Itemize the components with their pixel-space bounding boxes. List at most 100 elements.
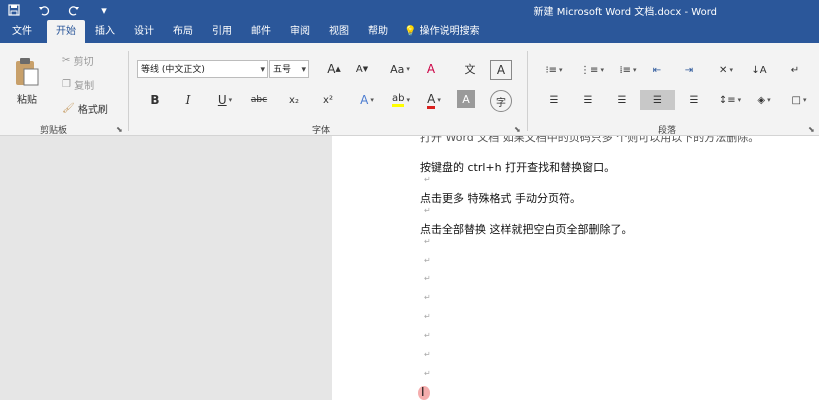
show-marks-button[interactable]: ↵ xyxy=(786,61,804,79)
paragraph-group-label: 段落 xyxy=(658,126,677,136)
tab-references[interactable]: 引用 xyxy=(203,20,241,43)
paragraph-mark: ↵ xyxy=(424,369,431,378)
decrease-indent-icon: ⇤ xyxy=(652,64,662,76)
bold-button[interactable]: B xyxy=(145,90,165,110)
copy-button[interactable]: ❐ 复制 xyxy=(62,77,95,92)
tab-design[interactable]: 设计 xyxy=(125,20,163,43)
text-effects-button[interactable]: A ▾ xyxy=(354,90,380,110)
tab-file[interactable]: 文件 xyxy=(0,20,44,43)
justify-icon: ☰ xyxy=(653,94,662,106)
character-shading-button[interactable]: A xyxy=(457,90,475,108)
highlighter-icon: ab xyxy=(392,93,405,107)
grow-font-button[interactable]: A ▲ xyxy=(322,60,346,78)
align-left-button[interactable]: ☰ xyxy=(544,91,564,109)
numbering-icon: ⋮≡ xyxy=(580,64,599,76)
paste-button[interactable]: 粘贴 xyxy=(10,51,44,111)
multilevel-list-button[interactable]: ⁞≡ ▾ xyxy=(614,61,642,79)
subscript-icon: x₂ xyxy=(289,94,299,106)
font-color-button[interactable]: A ▾ xyxy=(420,90,448,110)
strikethrough-icon: abc xyxy=(250,95,268,105)
format-painter-button[interactable]: 🖌 格式刷 xyxy=(62,101,108,116)
paragraph-mark: ↵ xyxy=(424,206,431,215)
justify-button[interactable]: ☰ xyxy=(640,90,675,110)
line-spacing-button[interactable]: ↕≡ ▾ xyxy=(716,91,744,109)
font-group-label: 字体 xyxy=(312,126,331,136)
superscript-icon: x² xyxy=(323,94,333,106)
numbering-button[interactable]: ⋮≡ ▾ xyxy=(578,61,606,79)
eraser-icon: A xyxy=(426,62,436,76)
superscript-button[interactable]: x² xyxy=(318,90,338,110)
clipboard-launcher-icon[interactable]: ⬊ xyxy=(116,125,123,134)
paragraph-mark: ↵ xyxy=(424,293,431,302)
document-line[interactable]: 打开 Word 文档 如果文档中的页码只多 个则可以用以下的方法删除。 xyxy=(420,136,759,145)
phonetic-guide-icon: 文 xyxy=(464,63,476,76)
format-painter-label: 格式刷 xyxy=(77,104,108,116)
font-name-value: 等线 (中文正文) xyxy=(141,65,205,75)
highlight-button[interactable]: ab ▾ xyxy=(386,90,416,110)
tab-review[interactable]: 审阅 xyxy=(281,20,319,43)
italic-icon: I xyxy=(185,93,191,107)
tab-help[interactable]: 帮助 xyxy=(359,20,397,43)
lightbulb-icon: 💡 xyxy=(404,26,417,37)
paste-label: 粘贴 xyxy=(17,94,37,106)
paragraph-mark-icon: ↵ xyxy=(790,64,800,76)
italic-button[interactable]: I xyxy=(178,90,198,110)
clipboard-icon xyxy=(16,57,39,85)
paragraph-launcher-icon[interactable]: ⬊ xyxy=(808,125,815,134)
chevron-down-icon: ▾ xyxy=(301,65,306,75)
brush-icon: 🖌 xyxy=(62,102,75,114)
enclose-characters-button[interactable]: 字 xyxy=(490,90,512,112)
clear-formatting-button[interactable]: A xyxy=(420,60,442,78)
bullets-button[interactable]: ⁝≡ ▾ xyxy=(540,61,568,79)
paragraph-mark: ↵ xyxy=(424,331,431,340)
line-spacing-icon: ↕≡ xyxy=(718,94,736,106)
font-name-combo[interactable]: 等线 (中文正文) ▾ xyxy=(137,60,268,78)
scissors-icon: ✂ xyxy=(62,54,71,66)
tab-home[interactable]: 开始 xyxy=(47,20,85,43)
decrease-indent-button[interactable]: ⇤ xyxy=(648,61,666,79)
font-size-combo[interactable]: 五号 ▾ xyxy=(269,60,309,78)
strikethrough-button[interactable]: abc xyxy=(248,90,270,110)
distributed-button[interactable]: ☰ xyxy=(684,91,704,109)
tab-layout[interactable]: 布局 xyxy=(164,20,202,43)
phonetic-guide-button[interactable]: 文 xyxy=(460,60,480,78)
align-center-button[interactable]: ☰ xyxy=(578,91,598,109)
sort-button[interactable]: ↓A xyxy=(748,61,770,79)
cut-button[interactable]: ✂ 剪切 xyxy=(62,53,94,68)
paragraph-mark: ↵ xyxy=(424,350,431,359)
paragraph-mark: ↵ xyxy=(424,312,431,321)
text-effects-icon: A xyxy=(360,93,369,107)
change-case-button[interactable]: Aa ▾ xyxy=(386,60,414,78)
font-size-value: 五号 xyxy=(273,65,292,75)
bold-icon: B xyxy=(150,93,160,107)
document-line[interactable]: 按键盘的 ctrl+h 打开查找和替换窗口。 xyxy=(420,159,615,175)
divider xyxy=(527,51,528,131)
copy-label: 复制 xyxy=(74,80,95,92)
borders-button[interactable]: □ ▾ xyxy=(786,91,812,109)
chevron-down-icon: ▾ xyxy=(260,65,265,75)
underline-button[interactable]: U ▾ xyxy=(210,90,240,110)
document-page[interactable]: 打开 Word 文档 如果文档中的页码只多 个则可以用以下的方法删除。 按键盘的… xyxy=(332,136,819,400)
subscript-button[interactable]: x₂ xyxy=(284,90,304,110)
align-right-button[interactable]: ☰ xyxy=(612,91,632,109)
document-line[interactable]: 点击全部替换 这样就把空白页全部删除了。 xyxy=(420,221,633,237)
paint-bucket-icon: ◈ xyxy=(757,94,766,106)
tab-view[interactable]: 视图 xyxy=(320,20,358,43)
shading-button[interactable]: ◈ ▾ xyxy=(750,91,778,109)
tell-me-search[interactable]: 💡 操作说明搜索 xyxy=(404,20,494,43)
tell-me-label: 操作说明搜索 xyxy=(419,26,480,37)
tab-insert[interactable]: 插入 xyxy=(86,20,124,43)
tab-mailings[interactable]: 邮件 xyxy=(242,20,280,43)
borders-icon: □ xyxy=(791,94,801,106)
increase-indent-button[interactable]: ⇥ xyxy=(680,61,698,79)
chinese-layout-button[interactable]: ✕ ▾ xyxy=(712,61,740,79)
increase-indent-icon: ⇥ xyxy=(684,64,694,76)
font-launcher-icon[interactable]: ⬊ xyxy=(514,125,521,134)
copy-icon: ❐ xyxy=(62,78,71,90)
underline-icon: U xyxy=(217,93,227,107)
document-line[interactable]: 点击更多 特殊格式 手动分页符。 xyxy=(420,190,581,206)
character-border-button[interactable]: A xyxy=(490,60,512,80)
grow-font-icon: A xyxy=(327,62,336,76)
shrink-font-button[interactable]: A ▼ xyxy=(350,60,374,78)
ribbon-tabs: 文件 开始 插入 设计 布局 引用 邮件 审阅 视图 帮助 💡 操作说明搜索 xyxy=(0,20,819,43)
